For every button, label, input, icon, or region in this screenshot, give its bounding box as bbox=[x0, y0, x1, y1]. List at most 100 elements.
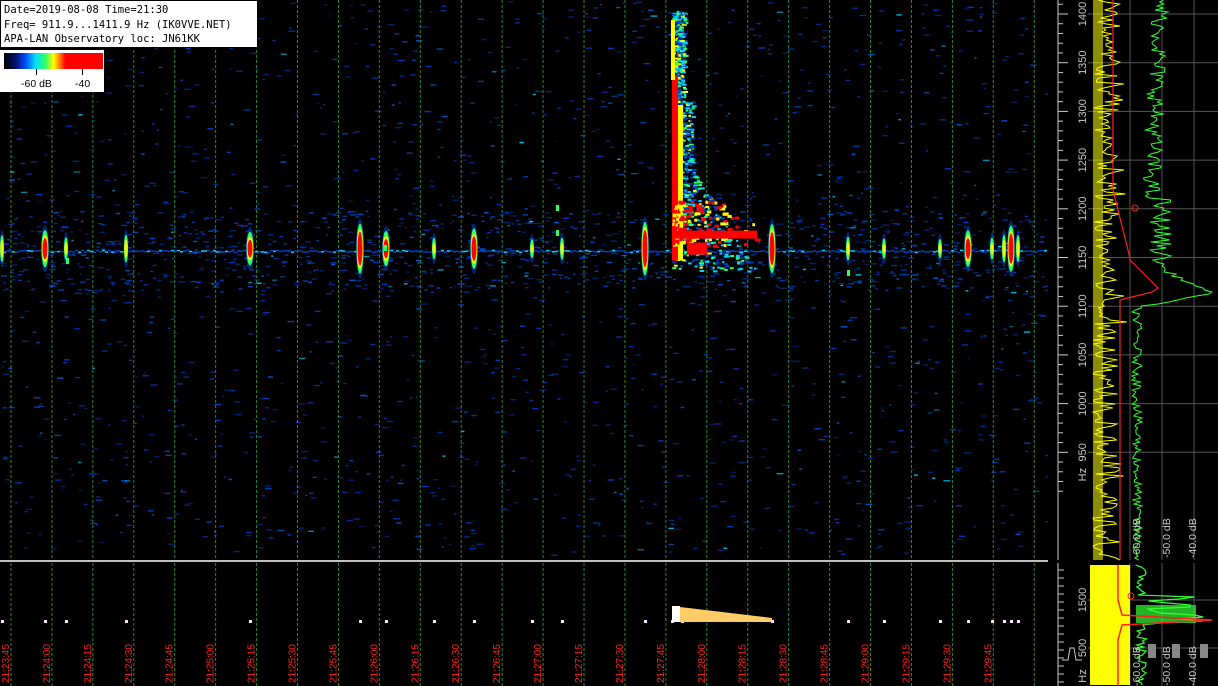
noise-speck bbox=[402, 41, 408, 43]
noise-speck bbox=[90, 519, 93, 521]
carrier-segment bbox=[750, 250, 753, 252]
bottom-ping bbox=[531, 620, 534, 623]
noise-speck bbox=[694, 154, 698, 156]
noise-speck bbox=[466, 277, 470, 279]
noise-speck bbox=[471, 545, 475, 547]
noise-speck bbox=[430, 291, 434, 293]
noise-speck bbox=[660, 267, 665, 269]
noise-speck bbox=[577, 31, 581, 33]
noise-speck bbox=[884, 346, 891, 348]
burst-speck bbox=[693, 189, 697, 192]
noise-speck bbox=[876, 547, 880, 549]
noise-speck bbox=[157, 280, 162, 282]
noise-speck bbox=[891, 222, 896, 225]
noise-speck bbox=[111, 241, 115, 243]
noise-speck bbox=[26, 173, 32, 175]
ping-fleck bbox=[384, 245, 387, 251]
noise-speck bbox=[938, 217, 943, 219]
carrier-segment bbox=[195, 249, 198, 252]
noise-speck bbox=[650, 108, 656, 110]
noise-speck bbox=[348, 479, 355, 481]
noise-speck bbox=[327, 226, 331, 229]
noise-speck bbox=[125, 480, 131, 482]
noise-speck bbox=[9, 179, 15, 181]
noise-speck bbox=[727, 280, 731, 282]
noise-speck bbox=[608, 86, 612, 89]
noise-speck bbox=[757, 241, 761, 244]
noise-speck bbox=[608, 102, 613, 104]
carrier-segment bbox=[390, 249, 393, 252]
noise-speck bbox=[236, 414, 242, 416]
noise-speck bbox=[412, 202, 416, 205]
time-label: 21:23:45 bbox=[1, 644, 12, 683]
noise-speck bbox=[71, 239, 74, 242]
noise-speck bbox=[226, 151, 231, 154]
noise-speck bbox=[882, 135, 888, 137]
noise-speck bbox=[672, 442, 679, 445]
noise-speck bbox=[597, 212, 602, 215]
noise-speck bbox=[228, 478, 232, 481]
burst-hot-speck bbox=[708, 216, 712, 220]
noise-speck bbox=[512, 376, 516, 378]
noise-speck bbox=[519, 141, 524, 144]
noise-speck bbox=[355, 216, 360, 218]
noise-speck bbox=[615, 282, 620, 285]
bottom-ping bbox=[433, 620, 436, 623]
noise-speck bbox=[961, 344, 969, 346]
time-label: 21:26:15 bbox=[410, 644, 421, 683]
noise-speck bbox=[382, 91, 386, 94]
ping-core bbox=[1008, 233, 1014, 264]
noise-speck bbox=[489, 218, 493, 220]
noise-speck bbox=[702, 287, 707, 289]
noise-speck bbox=[834, 436, 840, 439]
time-label: 21:27:45 bbox=[656, 644, 667, 683]
noise-speck bbox=[524, 259, 530, 261]
noise-speck bbox=[837, 224, 843, 226]
noise-speck bbox=[106, 269, 110, 271]
noise-speck bbox=[891, 264, 898, 267]
burst-hot-speck bbox=[691, 238, 697, 242]
noise-speck bbox=[126, 280, 132, 282]
noise-speck bbox=[153, 252, 159, 255]
carrier-segment bbox=[465, 250, 468, 252]
noise-speck bbox=[599, 3, 602, 6]
carrier-segment bbox=[546, 249, 549, 252]
bottom-ping bbox=[1017, 620, 1020, 623]
noise-speck bbox=[147, 510, 154, 512]
noise-speck bbox=[596, 155, 604, 157]
noise-speck bbox=[588, 479, 592, 482]
noise-speck bbox=[998, 361, 1003, 363]
noise-speck bbox=[707, 357, 713, 359]
noise-speck bbox=[321, 527, 325, 529]
carrier-segment bbox=[120, 251, 123, 253]
burst-speck bbox=[699, 184, 702, 187]
noise-speck bbox=[453, 160, 457, 162]
noise-speck bbox=[586, 29, 592, 32]
noise-speck bbox=[526, 221, 529, 223]
noise-speck bbox=[126, 221, 130, 224]
noise-speck bbox=[232, 249, 235, 251]
carrier-segment bbox=[177, 249, 180, 252]
noise-speck bbox=[606, 424, 612, 426]
noise-speck bbox=[607, 214, 610, 216]
noise-speck bbox=[213, 228, 216, 230]
noise-speck bbox=[496, 252, 500, 254]
time-label: 21:28:45 bbox=[820, 644, 831, 683]
noise-speck bbox=[188, 434, 192, 436]
noise-speck bbox=[153, 277, 156, 280]
burst-speck bbox=[696, 179, 700, 182]
noise-speck bbox=[99, 541, 105, 544]
noise-speck bbox=[314, 269, 319, 271]
carrier-segment bbox=[144, 250, 147, 253]
noise-speck bbox=[631, 377, 635, 380]
noise-speck bbox=[953, 245, 958, 247]
noise-speck bbox=[805, 529, 809, 531]
noise-speck bbox=[1024, 215, 1029, 218]
noise-speck bbox=[876, 271, 880, 273]
noise-speck bbox=[441, 5, 447, 7]
noise-speck bbox=[107, 343, 112, 345]
noise-speck bbox=[611, 252, 616, 255]
noise-speck bbox=[489, 196, 493, 199]
noise-speck bbox=[853, 219, 858, 221]
noise-speck bbox=[978, 383, 983, 385]
